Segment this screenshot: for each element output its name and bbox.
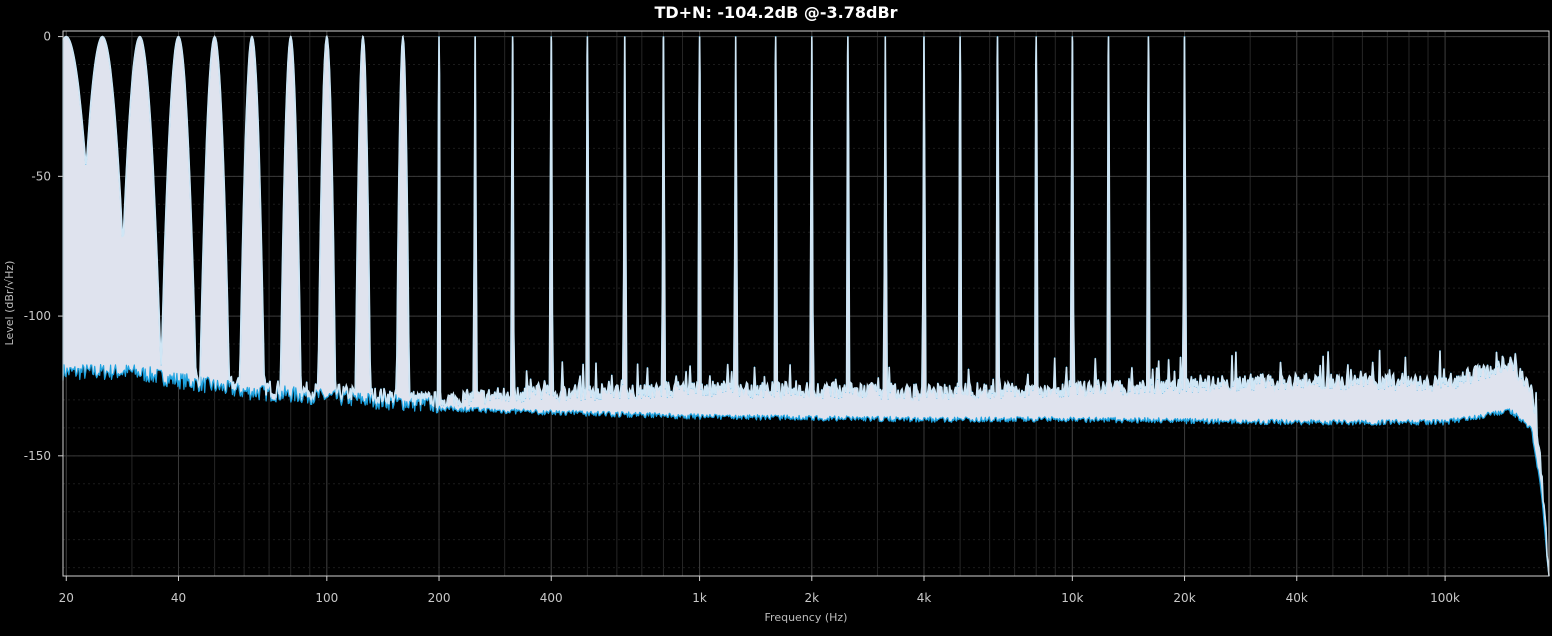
x-tick-label: 40 (171, 591, 186, 605)
x-tick-label: 1k (692, 591, 707, 605)
x-axis-label: Frequency (Hz) (765, 611, 848, 624)
x-tick-label: 400 (540, 591, 563, 605)
x-tick-label: 10k (1061, 591, 1083, 605)
y-tick-label: -50 (31, 169, 51, 183)
x-tick-label: 20k (1173, 591, 1195, 605)
x-tick-label: 100k (1430, 591, 1460, 605)
y-tick-label: -100 (24, 309, 51, 323)
x-tick-label: 100 (315, 591, 338, 605)
x-tick-label: 200 (428, 591, 451, 605)
x-tick-label: 4k (917, 591, 932, 605)
x-tick-label: 2k (804, 591, 819, 605)
spectrum-trace (62, 34, 1550, 577)
y-tick-label: -150 (24, 449, 51, 463)
x-tick-label: 40k (1286, 591, 1308, 605)
y-axis-ticks: 0 -50 -100 -150 (24, 30, 63, 463)
y-tick-label: 0 (43, 30, 51, 44)
x-axis-ticks: 20 40 100 200 400 1k 2k 4k 10k 20k 40k 100k (59, 576, 1460, 605)
x-tick-label: 20 (59, 591, 74, 605)
spectrum-chart: 20 40 100 200 400 1k 2k 4k 10k 20k 40k 100k 0 -50 -10… (3, 30, 1550, 624)
y-axis-label: Level (dBr/√Hz) (3, 261, 16, 346)
